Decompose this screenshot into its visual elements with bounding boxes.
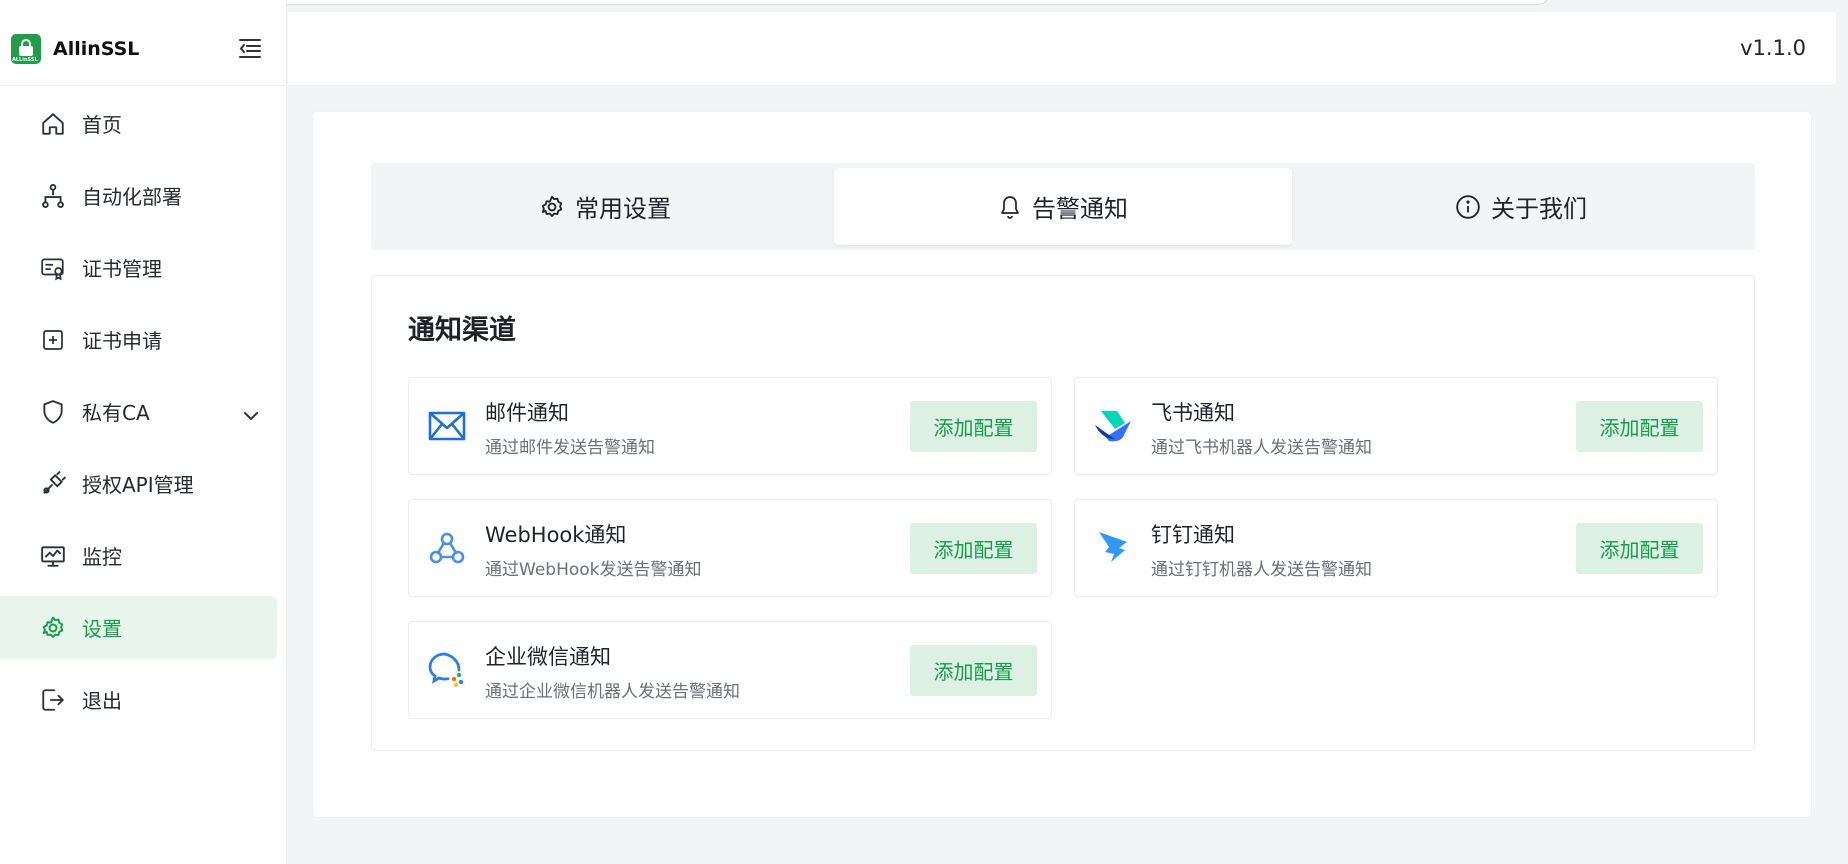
allinssl-logo: ALLinSSL — [11, 33, 41, 64]
channel-name: 邮件通知 — [485, 401, 569, 425]
mail-icon — [425, 404, 469, 448]
sidebar-item-label: 授权API管理 — [82, 473, 194, 497]
add-config-button[interactable]: 添加配置 — [910, 401, 1037, 452]
sidebar-item-label: 退出 — [82, 689, 122, 713]
tab-general-settings[interactable]: 常用设置 — [376, 168, 834, 245]
tab-about-us[interactable]: 关于我们 — [1292, 168, 1750, 245]
sidebar-item-home[interactable]: 首页 — [0, 92, 287, 155]
logout-icon — [38, 685, 68, 715]
section-title: 通知渠道 — [408, 315, 516, 346]
dingtalk-icon — [1091, 526, 1135, 570]
top-header: v1.1.0 — [288, 12, 1836, 86]
channel-desc: 通过企业微信机器人发送告警通知 — [485, 682, 740, 702]
channel-name: WebHook通知 — [485, 523, 627, 547]
sidebar-item-monitor[interactable]: 监控 — [0, 524, 287, 587]
sidebar-item-logout[interactable]: 退出 — [0, 668, 287, 731]
home-icon — [38, 109, 68, 139]
notify-channels-card: 通知渠道 邮件通知 通过邮件发送告警通知 添加配置 飞书通知 通过飞书机器人发送… — [371, 275, 1755, 751]
settings-panel: 常用设置 告警通知 关于我们 通知渠道 邮件通知 通过邮件发送告警通知 添加配置… — [312, 111, 1812, 818]
sidebar-item-label: 证书管理 — [82, 257, 162, 281]
sidebar-item-auto-deploy[interactable]: 自动化部署 — [0, 164, 287, 227]
sidebar-item-cert-apply[interactable]: 证书申请 — [0, 308, 287, 371]
app-name: AllinSSL — [53, 37, 140, 60]
channel-name: 企业微信通知 — [485, 645, 611, 669]
sidebar-item-settings[interactable]: 设置 — [0, 596, 277, 659]
sidebar-item-label: 设置 — [82, 617, 122, 641]
sidebar-nav: 首页 自动化部署 证书管理 证书申请 私有CA 授权API管理 监控 设置 退出 — [0, 92, 287, 740]
channel-card-dingtalk: 钉钉通知 通过钉钉机器人发送告警通知 添加配置 — [1074, 499, 1718, 597]
sidebar-item-label: 监控 — [82, 545, 122, 569]
chevron-down-icon[interactable] — [243, 402, 259, 426]
channel-card-wecom: 企业微信通知 通过企业微信机器人发送告警通知 添加配置 — [408, 621, 1052, 719]
channel-card-feishu: 飞书通知 通过飞书机器人发送告警通知 添加配置 — [1074, 377, 1718, 475]
channel-desc: 通过邮件发送告警通知 — [485, 438, 655, 458]
address-bar[interactable] — [140, 0, 1550, 5]
monitor-icon — [38, 541, 68, 571]
scrollbar-track[interactable] — [1836, 12, 1848, 864]
channel-desc: 通过飞书机器人发送告警通知 — [1151, 438, 1372, 458]
sidebar-item-label: 证书申请 — [82, 329, 162, 353]
sidebar-item-label: 自动化部署 — [82, 185, 182, 209]
tab-label: 常用设置 — [575, 195, 671, 223]
brand: ALLinSSL AllinSSL — [0, 12, 287, 86]
channel-card-webhook: WebHook通知 通过WebHook发送告警通知 添加配置 — [408, 499, 1052, 597]
info-icon — [1455, 194, 1481, 220]
workflow-icon — [38, 181, 68, 211]
sidebar-item-private-ca[interactable]: 私有CA — [0, 380, 287, 443]
gear-icon — [38, 613, 68, 643]
version-label: v1.1.0 — [1740, 36, 1806, 60]
sidebar-item-cert-manage[interactable]: 证书管理 — [0, 236, 287, 299]
channel-name: 飞书通知 — [1151, 401, 1235, 425]
add-config-button[interactable]: 添加配置 — [910, 523, 1037, 574]
tab-alert-notify[interactable]: 告警通知 — [834, 168, 1292, 245]
gear-icon — [539, 194, 565, 220]
sidebar-item-api-manage[interactable]: 授权API管理 — [0, 452, 287, 515]
sidebar-item-label: 首页 — [82, 113, 122, 137]
add-config-button[interactable]: 添加配置 — [1576, 401, 1703, 452]
feishu-icon — [1091, 404, 1135, 448]
add-config-button[interactable]: 添加配置 — [910, 645, 1037, 696]
tab-label: 告警通知 — [1032, 195, 1128, 223]
plus-square-icon — [38, 325, 68, 355]
bell-icon — [998, 194, 1022, 220]
webhook-icon — [425, 526, 469, 570]
settings-tabs: 常用设置 告警通知 关于我们 — [371, 163, 1755, 250]
api-plug-icon — [38, 469, 68, 499]
tab-label: 关于我们 — [1491, 195, 1587, 223]
collapse-menu-icon[interactable] — [238, 37, 262, 59]
wecom-icon — [425, 648, 469, 692]
sidebar: ALLinSSL AllinSSL 首页 自动化部署 证书管理 证书申请 私有C… — [0, 0, 287, 864]
add-config-button[interactable]: 添加配置 — [1576, 523, 1703, 574]
shield-icon — [38, 397, 68, 427]
certificate-icon — [38, 253, 68, 283]
channel-desc: 通过钉钉机器人发送告警通知 — [1151, 560, 1372, 580]
channel-desc: 通过WebHook发送告警通知 — [485, 560, 702, 580]
sidebar-item-label: 私有CA — [82, 401, 150, 425]
channel-card-email: 邮件通知 通过邮件发送告警通知 添加配置 — [408, 377, 1052, 475]
channel-name: 钉钉通知 — [1151, 523, 1235, 547]
